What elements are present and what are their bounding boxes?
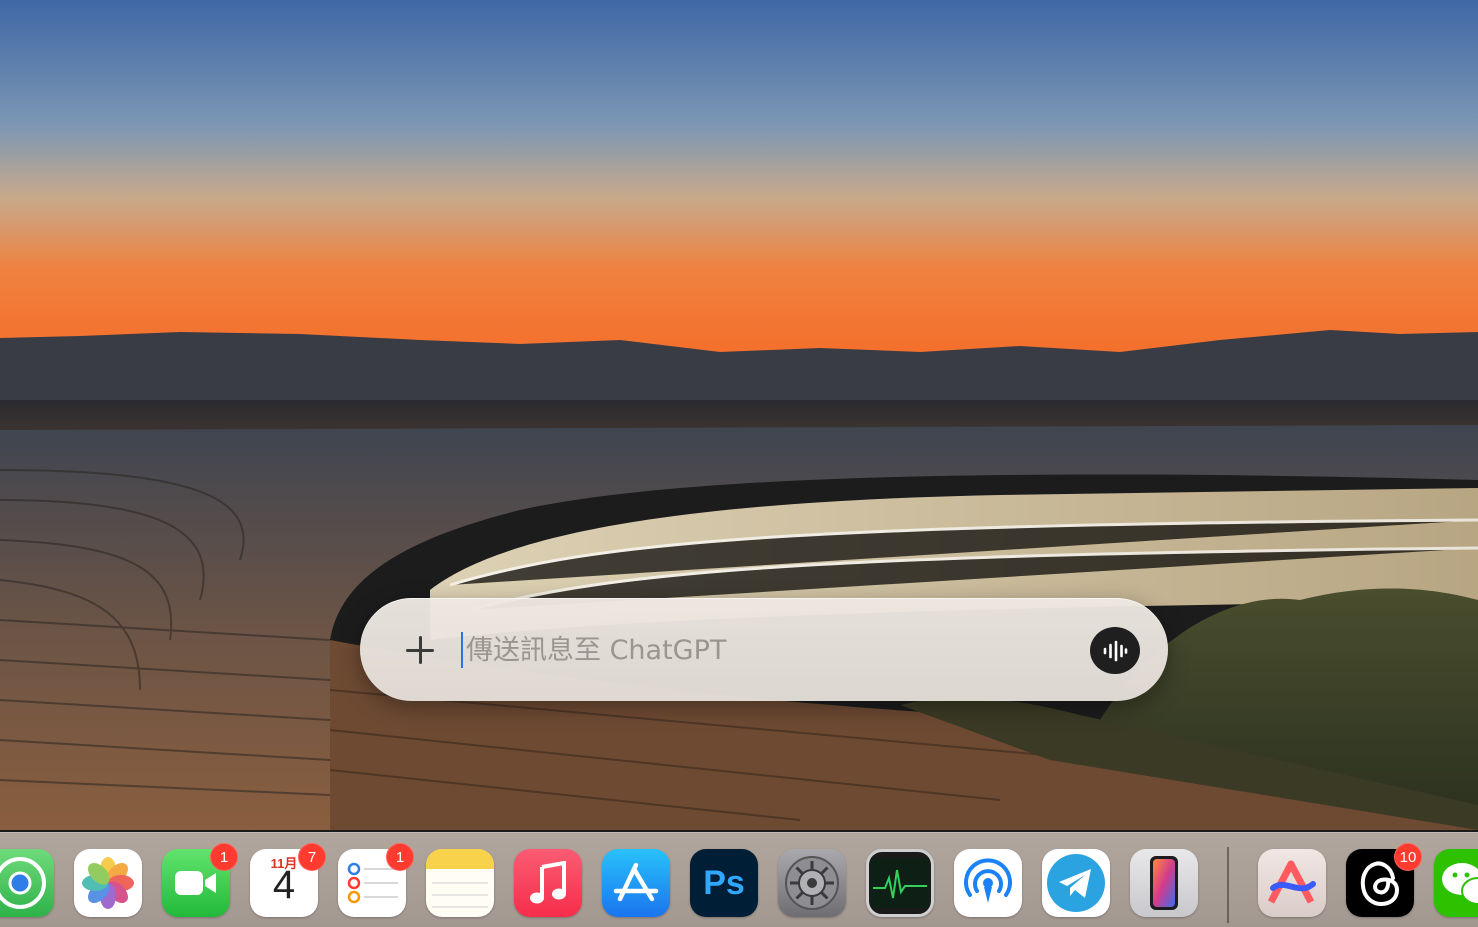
dock-separator — [1227, 847, 1229, 923]
dock-app-app-store[interactable] — [602, 849, 670, 917]
iphone-icon — [1130, 849, 1198, 917]
arc-icon — [1258, 849, 1326, 917]
dock-app-arc[interactable] — [1258, 849, 1326, 917]
dock-app-threads[interactable]: 10 — [1346, 843, 1422, 917]
dock-app-music[interactable] — [514, 849, 582, 917]
dock-app-photoshop[interactable]: Ps — [690, 849, 758, 917]
photoshop-icon: Ps — [690, 849, 758, 917]
wechat-icon — [1434, 849, 1478, 917]
message-input[interactable] — [464, 626, 1068, 674]
dock-app-telegram[interactable] — [1042, 849, 1110, 917]
dock-app-photos[interactable] — [74, 849, 142, 917]
chatgpt-message-bar — [360, 598, 1168, 701]
notes-icon — [426, 849, 494, 917]
dock-app-iphone-mirroring[interactable] — [1130, 849, 1198, 917]
threads-badge: 10 — [1394, 843, 1422, 871]
find-my-icon — [0, 849, 54, 917]
photoshop-label: Ps — [703, 863, 745, 902]
telegram-icon — [1042, 849, 1110, 917]
text-caret — [461, 632, 463, 668]
desktop-wallpaper — [0, 0, 1478, 926]
dock-app-reminders[interactable]: 1 — [338, 843, 414, 917]
dock-app-facetime[interactable]: 1 — [162, 843, 238, 917]
airdrop-icon — [954, 849, 1022, 917]
music-icon — [514, 849, 582, 917]
dock-app-find-my[interactable] — [0, 849, 54, 917]
dock: 1 11月 4 7 1 Ps 10 — [0, 832, 1478, 927]
plus-icon[interactable] — [404, 634, 436, 666]
app-store-icon — [602, 849, 670, 917]
dock-app-calendar[interactable]: 11月 4 7 — [250, 843, 326, 917]
facetime-badge: 1 — [210, 843, 238, 871]
activity-monitor-icon — [866, 849, 934, 917]
dock-app-system-settings[interactable] — [778, 849, 846, 917]
calendar-badge: 7 — [298, 843, 326, 871]
voice-mode-button[interactable] — [1090, 627, 1140, 674]
dock-app-activity-monitor[interactable] — [866, 849, 934, 917]
wallpaper-image — [0, 0, 1478, 830]
reminders-badge: 1 — [386, 843, 414, 871]
dock-app-airdrop[interactable] — [954, 849, 1022, 917]
photos-icon — [74, 849, 142, 917]
dock-app-notes[interactable] — [426, 849, 494, 917]
voice-waveform-icon — [1103, 640, 1128, 661]
gear-icon — [778, 849, 846, 917]
dock-app-wechat[interactable] — [1434, 849, 1478, 917]
